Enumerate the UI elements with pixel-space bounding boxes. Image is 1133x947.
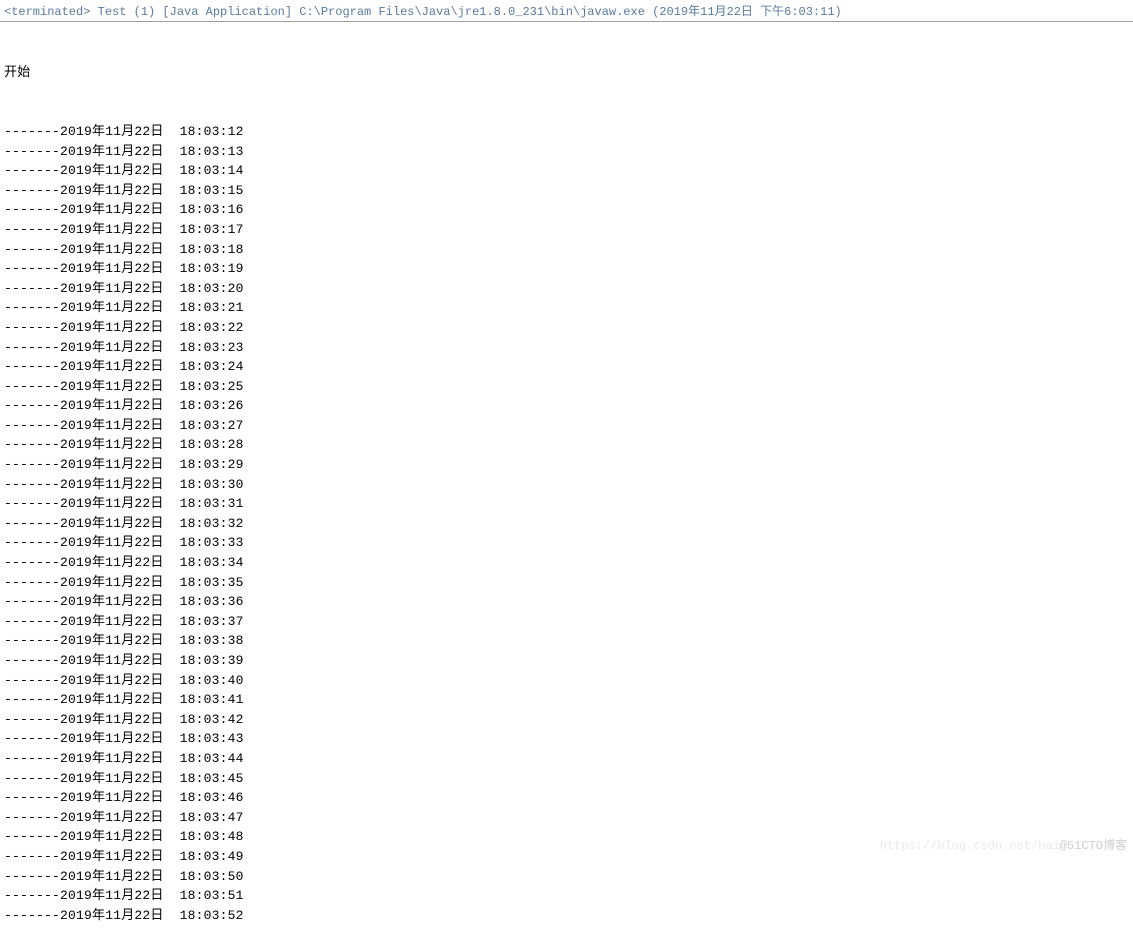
console-log-line: -------2019年11月22日 18:03:33 (4, 533, 1129, 553)
console-log-line: -------2019年11月22日 18:03:51 (4, 886, 1129, 906)
console-log-line: -------2019年11月22日 18:03:41 (4, 690, 1129, 710)
console-log-line: -------2019年11月22日 18:03:24 (4, 357, 1129, 377)
console-log-line: -------2019年11月22日 18:03:32 (4, 514, 1129, 534)
console-log-line: -------2019年11月22日 18:03:29 (4, 455, 1129, 475)
console-log-line: -------2019年11月22日 18:03:18 (4, 240, 1129, 260)
console-log-line: -------2019年11月22日 18:03:45 (4, 769, 1129, 789)
console-log-line: -------2019年11月22日 18:03:50 (4, 867, 1129, 887)
console-log-line: -------2019年11月22日 18:03:44 (4, 749, 1129, 769)
console-log-line: -------2019年11月22日 18:03:17 (4, 220, 1129, 240)
console-log-line: -------2019年11月22日 18:03:20 (4, 279, 1129, 299)
console-log-line: -------2019年11月22日 18:03:19 (4, 259, 1129, 279)
console-log-line: -------2019年11月22日 18:03:28 (4, 435, 1129, 455)
console-log-line: -------2019年11月22日 18:03:25 (4, 377, 1129, 397)
console-log-line: -------2019年11月22日 18:03:27 (4, 416, 1129, 436)
console-log-line: -------2019年11月22日 18:03:13 (4, 142, 1129, 162)
console-log-line: -------2019年11月22日 18:03:42 (4, 710, 1129, 730)
console-log-line: -------2019年11月22日 18:03:30 (4, 475, 1129, 495)
console-log-line: -------2019年11月22日 18:03:43 (4, 729, 1129, 749)
console-log-lines: -------2019年11月22日 18:03:12-------2019年1… (4, 122, 1129, 925)
console-log-line: -------2019年11月22日 18:03:47 (4, 808, 1129, 828)
console-log-line: -------2019年11月22日 18:03:15 (4, 181, 1129, 201)
console-log-line: -------2019年11月22日 18:03:39 (4, 651, 1129, 671)
console-log-line: -------2019年11月22日 18:03:52 (4, 906, 1129, 926)
console-log-line: -------2019年11月22日 18:03:14 (4, 161, 1129, 181)
console-log-line: -------2019年11月22日 18:03:40 (4, 671, 1129, 691)
console-log-line: -------2019年11月22日 18:03:36 (4, 592, 1129, 612)
watermark: https://blog.csdn.net/bai@51CTO博客 (880, 836, 1127, 853)
console-process-info: <terminated> Test (1) [Java Application]… (4, 5, 842, 19)
console-start-line: 开始 (4, 63, 1129, 83)
console-log-line: -------2019年11月22日 18:03:22 (4, 318, 1129, 338)
console-log-line: -------2019年11月22日 18:03:46 (4, 788, 1129, 808)
console-log-line: -------2019年11月22日 18:03:21 (4, 298, 1129, 318)
console-log-line: -------2019年11月22日 18:03:12 (4, 122, 1129, 142)
console-log-line: -------2019年11月22日 18:03:26 (4, 396, 1129, 416)
console-log-line: -------2019年11月22日 18:03:35 (4, 573, 1129, 593)
console-log-line: -------2019年11月22日 18:03:23 (4, 338, 1129, 358)
console-log-line: -------2019年11月22日 18:03:37 (4, 612, 1129, 632)
console-header: <terminated> Test (1) [Java Application]… (0, 0, 1133, 22)
console-output-area[interactable]: 开始 -------2019年11月22日 18:03:12-------201… (0, 22, 1133, 947)
console-log-line: -------2019年11月22日 18:03:16 (4, 200, 1129, 220)
watermark-faint-text: https://blog.csdn.net/bai (880, 839, 1060, 853)
console-log-line: -------2019年11月22日 18:03:38 (4, 631, 1129, 651)
console-log-line: -------2019年11月22日 18:03:31 (4, 494, 1129, 514)
console-log-line: -------2019年11月22日 18:03:34 (4, 553, 1129, 573)
watermark-text: @51CTO博客 (1060, 839, 1127, 853)
